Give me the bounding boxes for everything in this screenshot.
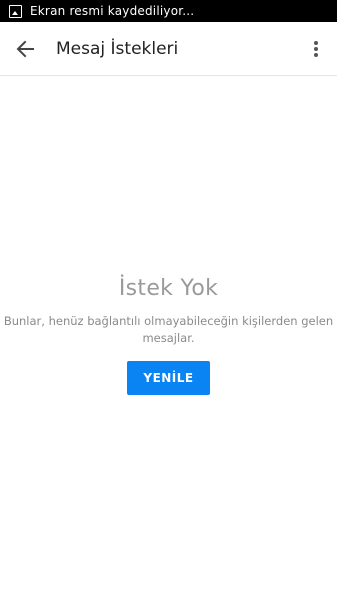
screenshot-icon [9,4,22,18]
page-title: Mesaj İstekleri [56,38,179,59]
back-button[interactable] [0,22,50,76]
app-bar: Mesaj İstekleri [0,22,337,76]
overflow-menu-button[interactable] [301,22,331,76]
arrow-back-icon [16,40,34,57]
refresh-button[interactable]: YENİLE [127,361,210,395]
more-vert-icon [314,40,318,57]
empty-state-title: İstek Yok [118,276,219,301]
status-bar: Ekran resmi kaydediliyor... [0,0,337,22]
status-text: Ekran resmi kaydediliyor... [30,4,195,18]
empty-state-description: Bunlar, henüz bağlantılı olmayabileceğin… [3,314,334,345]
empty-state: İstek Yok Bunlar, henüz bağlantılı olmay… [0,276,337,395]
